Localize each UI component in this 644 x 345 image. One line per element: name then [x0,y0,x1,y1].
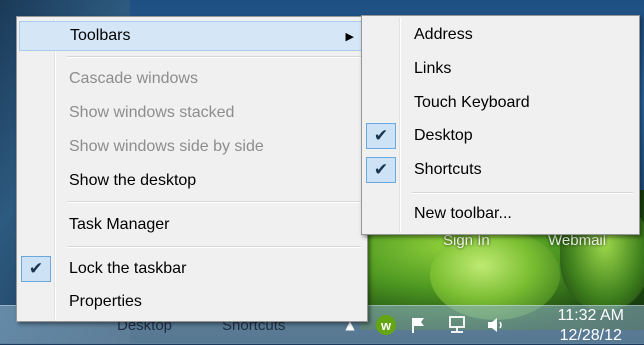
chevron-right-icon: ▶ [345,29,354,43]
menu-separator [67,201,361,203]
taskbar-context-menu: Toolbars ▶ Cascade windows Show windows … [16,16,368,322]
menu-item-label: Show windows stacked [69,104,235,121]
submenu-item-touch-keyboard[interactable]: Touch Keyboard [364,88,637,118]
submenu-item-links[interactable]: Links [364,54,637,84]
menu-item-lock-the-taskbar[interactable]: ✔ Lock the taskbar [19,254,365,284]
clock-time: 11:32 AM [557,307,624,324]
checkmark-icon: ✔ [366,123,396,149]
menu-item-label: Task Manager [69,216,170,233]
menu-item-label: Links [414,60,452,77]
menu-item-show-windows-side-by-side: Show windows side by side [19,132,365,162]
menu-item-show-the-desktop[interactable]: Show the desktop [19,166,365,196]
speaker-icon[interactable] [486,315,506,335]
taskbar-clock[interactable]: 11:32 AM 12/28/12 [558,306,624,345]
menu-item-label: Lock the taskbar [69,260,187,277]
checkmark-icon: ✔ [21,256,51,282]
menu-item-label: Properties [69,293,142,310]
network-icon[interactable] [447,315,467,335]
checkmark-icon: ✔ [366,157,396,183]
menu-item-show-windows-stacked: Show windows stacked [19,98,365,128]
clock-date: 12/28/12 [559,327,622,344]
menu-item-label: Shortcuts [414,161,482,178]
submenu-item-shortcuts[interactable]: ✔ Shortcuts [364,155,637,185]
menu-item-cascade-windows: Cascade windows [19,64,365,94]
menu-item-label: Show the desktop [69,172,197,189]
menu-item-properties[interactable]: Properties [19,287,365,317]
menu-item-label: Show windows side by side [69,138,264,155]
menu-item-toolbars[interactable]: Toolbars ▶ [19,21,365,51]
toolbars-submenu: Address Links Touch Keyboard ✔ Desktop ✔… [361,15,640,235]
menu-item-label: Desktop [414,127,473,144]
menu-separator [67,246,361,248]
menu-item-label: Toolbars [70,27,131,44]
menu-item-label: Cascade windows [69,70,198,87]
menu-item-label: New toolbar... [414,205,512,222]
submenu-item-new-toolbar[interactable]: New toolbar... [364,199,637,229]
menu-separator [412,192,633,194]
menu-separator [67,56,361,58]
menu-item-label: Touch Keyboard [414,94,530,111]
menu-item-task-manager[interactable]: Task Manager [19,210,365,240]
menu-item-label: Address [414,26,473,43]
action-center-flag-icon[interactable] [408,315,428,335]
submenu-item-address[interactable]: Address [364,20,637,50]
tray-w-icon[interactable]: w [376,315,396,335]
submenu-item-desktop[interactable]: ✔ Desktop [364,121,637,151]
